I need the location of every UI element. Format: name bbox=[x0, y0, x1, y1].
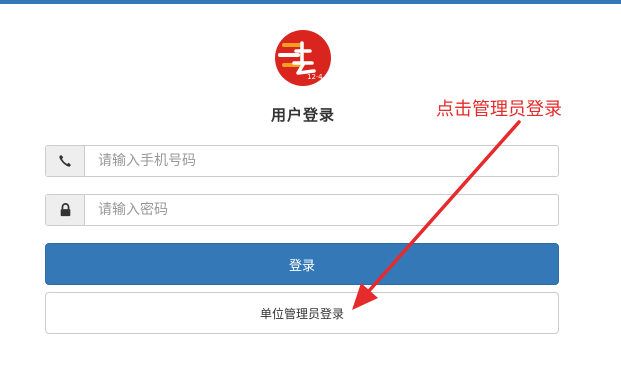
admin-login-button[interactable]: 单位管理员登录 bbox=[45, 292, 559, 334]
court-logo-icon: 12·4 bbox=[275, 30, 331, 86]
phone-input[interactable] bbox=[85, 146, 558, 176]
phone-icon bbox=[59, 155, 71, 167]
lock-icon bbox=[60, 203, 70, 217]
login-button[interactable]: 登录 bbox=[45, 243, 559, 285]
password-addon bbox=[46, 195, 85, 225]
annotation-label: 点击管理员登录 bbox=[436, 99, 562, 120]
phone-addon bbox=[46, 146, 85, 176]
logo-text: 12·4 bbox=[307, 73, 323, 81]
password-input-group bbox=[45, 194, 559, 226]
top-bar bbox=[0, 0, 621, 4]
phone-input-group bbox=[45, 145, 559, 177]
password-input[interactable] bbox=[85, 195, 558, 225]
